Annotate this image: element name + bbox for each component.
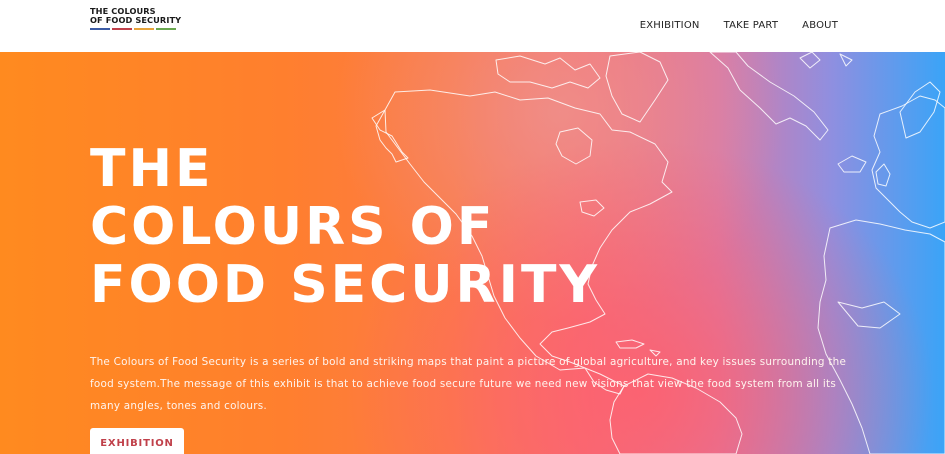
map-arctic-islands	[495, 55, 601, 89]
map-scandinavia	[899, 81, 941, 139]
map-uk	[875, 163, 891, 187]
map-greenland	[605, 52, 669, 123]
site-logo[interactable]: THE COLOURS OF FOOD SECURITY	[90, 7, 185, 30]
logo-line-2: OF FOOD SECURITY	[90, 15, 182, 25]
map-africa	[817, 219, 945, 454]
logo-bar-blue	[90, 28, 110, 30]
hero-title-line-2: COLOURS OF	[90, 197, 496, 257]
hero-description: The Colours of Food Security is a series…	[90, 356, 847, 412]
map-russia-edge	[709, 52, 829, 141]
hero-title-line-1: THE	[90, 139, 214, 199]
nav-exhibition[interactable]: EXHIBITION	[640, 20, 700, 31]
map-africa-detail	[837, 301, 901, 329]
exhibition-button[interactable]: EXHIBITION	[90, 428, 184, 454]
hero-section: THE COLOURS OF FOOD SECURITY The Colours…	[0, 52, 945, 454]
site-header: THE COLOURS OF FOOD SECURITY EXHIBITION …	[0, 0, 945, 52]
logo-bar-green	[156, 28, 176, 30]
map-europe	[871, 95, 945, 229]
main-nav: EXHIBITION TAKE PART ABOUT	[640, 20, 838, 31]
map-svalbard	[799, 52, 853, 69]
logo-text: THE COLOURS OF FOOD SECURITY	[90, 7, 185, 25]
nav-about[interactable]: ABOUT	[802, 20, 838, 31]
hero-title: THE COLOURS OF FOOD SECURITY	[90, 140, 730, 314]
nav-take-part[interactable]: TAKE PART	[724, 20, 779, 31]
logo-bar-yellow	[134, 28, 154, 30]
logo-bar-red	[112, 28, 132, 30]
logo-color-bars	[90, 28, 185, 30]
hero-title-line-3: FOOD SECURITY	[90, 255, 601, 315]
map-iceland	[837, 155, 867, 173]
